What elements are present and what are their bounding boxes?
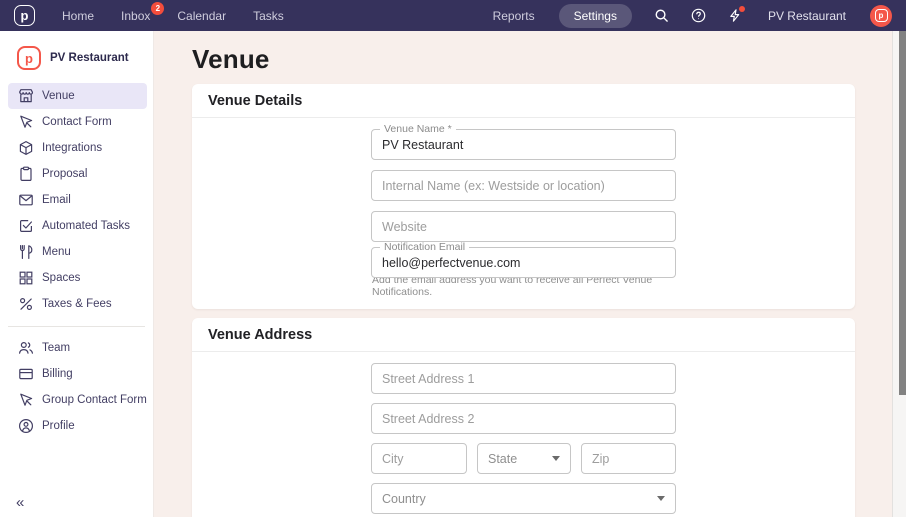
zip-input[interactable] [592, 452, 665, 466]
country-select[interactable]: Country [371, 483, 676, 514]
sidebar-item-contact-form[interactable]: Contact Form [8, 109, 147, 135]
page-scrollbar-track[interactable] [892, 31, 906, 517]
nav-tasks[interactable]: Tasks [253, 9, 284, 23]
country-select-value: Country [382, 492, 426, 506]
announcements-icon[interactable] [728, 8, 742, 23]
venue-name-label: Venue Name * [380, 125, 456, 134]
cursor-icon [18, 392, 34, 408]
sidebar-item-label: Menu [42, 246, 71, 258]
street-address-1-field [371, 363, 676, 394]
nav-inbox-label: Inbox [121, 9, 150, 23]
street-address-2-field [371, 403, 676, 434]
sidebar-item-label: Taxes & Fees [42, 298, 112, 310]
venue-address-body: State Country [192, 352, 855, 517]
website-field [371, 211, 676, 242]
zip-field [581, 443, 676, 474]
sidebar-item-spaces[interactable]: Spaces [8, 265, 147, 291]
website-input[interactable] [382, 220, 665, 234]
sidebar-item-proposal[interactable]: Proposal [8, 161, 147, 187]
street-address-2-input[interactable] [382, 412, 665, 426]
percent-icon [18, 296, 34, 312]
sidebar-venue-name: PV Restaurant [50, 52, 129, 64]
internal-name-field [371, 170, 676, 201]
city-field [371, 443, 467, 474]
sidebar-item-label: Integrations [42, 142, 102, 154]
announcements-badge-dot [739, 6, 745, 12]
sidebar-item-menu[interactable]: Menu [8, 239, 147, 265]
avatar-logo-glyph: p [875, 9, 888, 22]
sidebar-item-label: Contact Form [42, 116, 112, 128]
settings-sidebar: p PV Restaurant Venue Contact Form Integ… [0, 31, 154, 517]
sidebar-item-label: Group Contact Form [42, 394, 147, 406]
city-input[interactable] [382, 452, 456, 466]
sidebar-item-label: Spaces [42, 272, 80, 284]
venue-details-form: Venue Name * Notification Email Add the … [371, 129, 676, 298]
cube-icon [18, 140, 34, 156]
main-content: Venue Venue Details Venue Name * Notific… [154, 31, 906, 517]
chevron-down-icon [552, 456, 560, 461]
sidebar-item-profile[interactable]: Profile [8, 413, 147, 439]
sidebar-item-label: Venue [42, 90, 75, 102]
grid-icon [18, 270, 34, 286]
street-address-1-input[interactable] [382, 372, 665, 386]
chevron-down-icon [657, 496, 665, 501]
storefront-icon [18, 88, 34, 104]
clipboard-icon [18, 166, 34, 182]
utensils-icon [18, 244, 34, 260]
venue-details-title: Venue Details [192, 84, 855, 118]
nav-reports[interactable]: Reports [493, 9, 535, 23]
sidebar-item-email[interactable]: Email [8, 187, 147, 213]
sidebar-item-label: Automated Tasks [42, 220, 130, 232]
top-navbar: p Home Inbox 2 Calendar Tasks Reports Se… [0, 0, 906, 31]
venue-details-card: Venue Details Venue Name * Notification … [192, 84, 855, 309]
envelope-icon [18, 192, 34, 208]
sidebar-item-venue[interactable]: Venue [8, 83, 147, 109]
nav-calendar[interactable]: Calendar [177, 9, 226, 23]
sidebar-item-automated-tasks[interactable]: Automated Tasks [8, 213, 147, 239]
notification-email-label: Notification Email [380, 243, 469, 252]
nav-home[interactable]: Home [62, 9, 94, 23]
venue-details-body: Venue Name * Notification Email Add the … [192, 118, 855, 309]
page-scrollbar-thumb[interactable] [899, 31, 906, 395]
sidebar-venue-header: p PV Restaurant [0, 31, 153, 83]
nav-settings-active[interactable]: Settings [559, 4, 632, 28]
state-select-value: State [488, 452, 517, 466]
person-circle-icon [18, 418, 34, 434]
venue-logo: p [17, 46, 41, 70]
checkbox-icon [18, 218, 34, 234]
perfect-venue-logo[interactable]: p [14, 5, 35, 26]
internal-name-input[interactable] [382, 179, 665, 193]
sidebar-item-label: Proposal [42, 168, 87, 180]
sidebar-item-label: Billing [42, 368, 73, 380]
sidebar-item-integrations[interactable]: Integrations [8, 135, 147, 161]
page-title: Venue [192, 44, 906, 75]
sidebar-item-billing[interactable]: Billing [8, 361, 147, 387]
nav-inbox[interactable]: Inbox 2 [121, 9, 150, 23]
sidebar-item-label: Email [42, 194, 71, 206]
help-icon[interactable] [691, 8, 706, 23]
sidebar-item-label: Team [42, 342, 70, 354]
sidebar-item-taxes-fees[interactable]: Taxes & Fees [8, 291, 147, 317]
venue-address-title: Venue Address [192, 318, 855, 352]
venue-name-field: Venue Name * [371, 129, 676, 160]
notification-email-field: Notification Email [371, 247, 676, 278]
sidebar-item-label: Profile [42, 420, 75, 432]
people-icon [18, 340, 34, 356]
nav-account-name[interactable]: PV Restaurant [768, 9, 846, 23]
sidebar-item-group-contact-form[interactable]: Group Contact Form [8, 387, 147, 413]
notification-email-input[interactable] [382, 256, 665, 270]
cursor-icon [18, 114, 34, 130]
sidebar-divider [8, 326, 145, 327]
sidebar-collapse-button[interactable]: « [16, 495, 24, 510]
account-avatar[interactable]: p [870, 5, 892, 27]
city-state-zip-row: State [371, 443, 676, 474]
state-select[interactable]: State [477, 443, 571, 474]
inbox-unread-badge: 2 [151, 2, 164, 15]
venue-address-card: Venue Address State [192, 318, 855, 517]
venue-address-form: State Country [371, 363, 676, 514]
search-icon[interactable] [654, 8, 669, 23]
venue-name-input[interactable] [382, 138, 665, 152]
credit-card-icon [18, 366, 34, 382]
sidebar-item-team[interactable]: Team [8, 335, 147, 361]
